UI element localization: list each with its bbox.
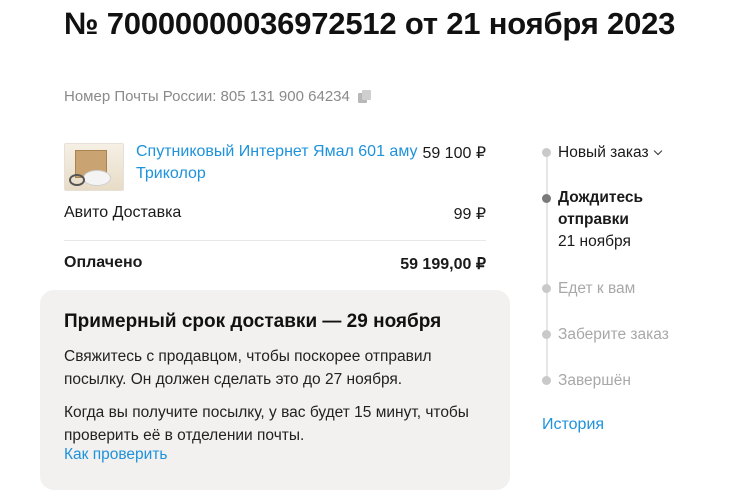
chevron-down-icon[interactable] bbox=[653, 146, 662, 156]
how-to-check-link[interactable]: Как проверить bbox=[64, 446, 168, 464]
product-title-line1: Спутниковый Интернет Ямал 601 аму bbox=[136, 143, 418, 160]
history-link[interactable]: История bbox=[542, 416, 604, 434]
status-completed: Завершён bbox=[558, 372, 631, 389]
timeline-dot-completed bbox=[542, 376, 551, 385]
timeline-dot-pickup bbox=[542, 330, 551, 339]
status-awaiting-shipment: Дождитесь отправки bbox=[558, 189, 644, 228]
total-value: 59 199,00 ₽ bbox=[400, 256, 486, 273]
seller-contact-text: Свяжитесь с продавцом, чтобы поскорее от… bbox=[64, 348, 432, 388]
copy-icon[interactable] bbox=[357, 89, 372, 104]
tracking-number: Номер Почты России: 805 131 900 64234 bbox=[64, 88, 372, 105]
status-timeline bbox=[546, 150, 548, 382]
status-awaiting-shipment-date: 21 ноября bbox=[558, 233, 631, 250]
status-new-order[interactable]: Новый заказ bbox=[558, 142, 662, 164]
delivery-price: 99 ₽ bbox=[453, 206, 486, 223]
product-title-link[interactable]: Спутниковый Интернет Ямал 601 аму Трикол… bbox=[136, 141, 424, 185]
product-price: 59 100 ₽ bbox=[422, 145, 486, 162]
status-pickup: Заберите заказ bbox=[558, 326, 669, 343]
product-dish-image bbox=[83, 170, 111, 186]
tracking-label: Номер Почты России: 805 131 900 64234 bbox=[64, 88, 350, 105]
timeline-dot-new bbox=[542, 148, 551, 157]
product-title-line2: Триколор bbox=[136, 165, 206, 182]
order-title: № 70000000036972512 от 21 ноября 2023 bbox=[64, 6, 676, 41]
timeline-dot-current bbox=[542, 194, 551, 203]
total-label: Оплачено bbox=[64, 254, 143, 271]
status-new-order-label: Новый заказ bbox=[558, 144, 649, 161]
product-cable-image bbox=[69, 174, 85, 186]
product-thumbnail[interactable] bbox=[64, 143, 124, 191]
inspection-text: Когда вы получите посылку, у вас будет 1… bbox=[64, 404, 469, 444]
delivery-estimate-title: Примерный срок доставки — 29 ноября bbox=[64, 311, 442, 332]
delivery-label: Авито Доставка bbox=[64, 204, 182, 221]
status-in-transit: Едет к вам bbox=[558, 280, 636, 297]
divider bbox=[64, 240, 486, 241]
timeline-dot-in-transit bbox=[542, 284, 551, 293]
